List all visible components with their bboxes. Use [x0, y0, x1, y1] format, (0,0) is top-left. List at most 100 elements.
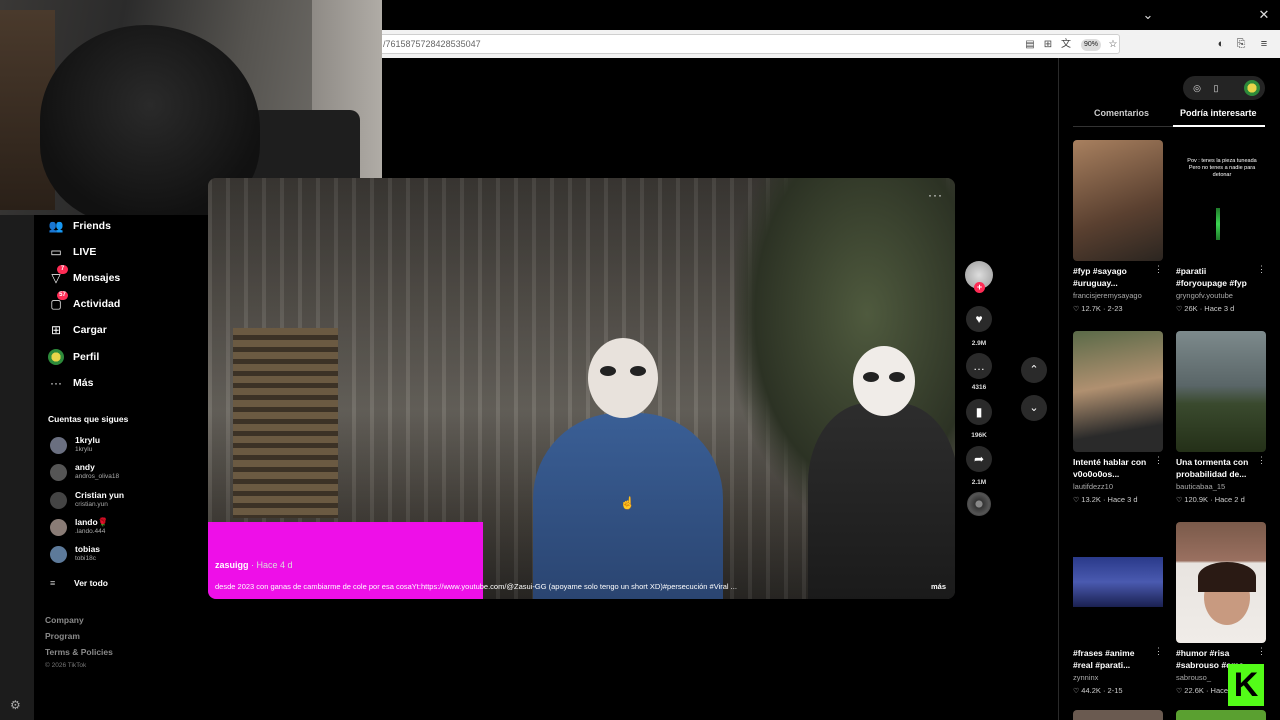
- card-title[interactable]: Una tormenta con probabilidad de...: [1176, 456, 1256, 480]
- heart-icon: ♡: [1176, 688, 1183, 695]
- card-title[interactable]: Intenté hablar con v0o0o0os...: [1073, 456, 1153, 480]
- comment-button[interactable]: …: [966, 353, 992, 379]
- video-thumbnail[interactable]: [1073, 331, 1163, 452]
- sidebar: 👥 Friends ▭ LIVE ▽ 7 Mensajes ▢ 57 Activid…: [34, 215, 196, 720]
- nav-messages-label: Mensajes: [73, 272, 121, 284]
- card-more-icon[interactable]: ⋮: [1257, 646, 1266, 657]
- card-stats-text: 120.9K · Hace 2 d: [1184, 495, 1245, 504]
- chevron-down-icon[interactable]: ⌄: [1139, 6, 1157, 24]
- like-button[interactable]: ♥: [966, 306, 992, 332]
- avatar: [50, 546, 67, 563]
- close-window-icon[interactable]: ✕: [1255, 6, 1273, 24]
- see-all-button[interactable]: ≡ Ver todo: [50, 577, 108, 589]
- install-app-icon[interactable]: ⊞: [1041, 38, 1055, 52]
- tab-comments[interactable]: Comentarios: [1094, 108, 1149, 118]
- card-stats: ♡ 44.2K · 2-15: [1073, 686, 1123, 695]
- card-more-icon[interactable]: ⋮: [1154, 455, 1163, 466]
- following-handle: 1krylu: [75, 446, 93, 453]
- video-options-button[interactable]: ···: [928, 188, 943, 202]
- card-author[interactable]: francisjeremysayago: [1073, 291, 1142, 300]
- video-thumbnail[interactable]: [1176, 522, 1266, 643]
- tab-recommended[interactable]: Podría interesarte: [1180, 108, 1257, 118]
- nav-live[interactable]: ▭ LIVE: [48, 242, 96, 262]
- video-mask-right: [853, 346, 915, 416]
- music-disc-icon[interactable]: [967, 492, 991, 516]
- card-more-icon[interactable]: ⋮: [1154, 264, 1163, 275]
- video-author[interactable]: zasuigg · Hace 4 d: [215, 560, 293, 570]
- card-title[interactable]: #frases #anime #real #parati...: [1073, 647, 1153, 671]
- save-button[interactable]: ▮: [966, 399, 992, 425]
- nav-messages[interactable]: ▽ 7 Mensajes: [48, 265, 121, 288]
- downloads-icon[interactable]: ⎘: [1233, 36, 1249, 52]
- list-icon: ≡: [50, 578, 56, 588]
- copyright: © 2026 TikTok: [45, 662, 87, 669]
- video-thumbnail[interactable]: [1073, 522, 1163, 643]
- nav-profile[interactable]: Perfil: [48, 347, 99, 367]
- next-video-button[interactable]: ⌄: [1021, 395, 1047, 421]
- tab-active-indicator: [1173, 125, 1265, 127]
- view-controls: ◎ ▯: [1183, 76, 1265, 100]
- compass-icon[interactable]: ◎: [1190, 81, 1204, 95]
- settings-gear-icon[interactable]: ⚙: [10, 698, 21, 712]
- footer-link-program[interactable]: Program: [45, 631, 80, 641]
- more-dots-icon: ···: [50, 376, 62, 390]
- footer-link-company[interactable]: Company: [45, 615, 84, 625]
- url-field[interactable]: /7615875728428535047 ▤ ⊞ 文 90% ☆: [360, 34, 1120, 54]
- footer-link-terms[interactable]: Terms & Policies: [45, 647, 113, 657]
- nav-more[interactable]: ··· Más: [48, 373, 93, 393]
- video-thumbnail[interactable]: [1073, 140, 1163, 261]
- thumbnail-light: [1216, 208, 1220, 240]
- previous-video-button[interactable]: ⌃: [1021, 357, 1047, 383]
- translate-icon[interactable]: 文: [1059, 38, 1073, 52]
- card-more-icon[interactable]: ⋮: [1257, 264, 1266, 275]
- avatar: [50, 519, 67, 536]
- heart-icon: ♡: [1176, 306, 1183, 313]
- next-card-thumbnail[interactable]: [1176, 710, 1266, 720]
- card-title[interactable]: #fyp #sayago #uruguay...: [1073, 265, 1153, 289]
- following-title: Cuentas que sigues: [48, 414, 129, 424]
- card-title[interactable]: #paratii #foryoupage #fyp: [1176, 265, 1256, 289]
- bookmark-star-icon[interactable]: ☆: [1106, 38, 1120, 52]
- left-strip: [0, 215, 34, 720]
- avatar: [50, 492, 67, 509]
- card-stats: ♡ 120.9K · Hace 2 d: [1176, 495, 1245, 504]
- profile-avatar[interactable]: [1244, 80, 1260, 96]
- nav-activity[interactable]: ▢ 57 Actividad: [48, 291, 120, 314]
- video-description: desde 2023 con ganas de cambiarme de col…: [215, 582, 737, 591]
- video-more-button[interactable]: más: [931, 582, 946, 591]
- follow-plus-icon[interactable]: +: [974, 282, 985, 293]
- extension-icon[interactable]: ◐: [1213, 36, 1229, 52]
- zoom-level[interactable]: 90%: [1081, 39, 1102, 51]
- mobile-icon[interactable]: ▯: [1209, 81, 1223, 95]
- card-more-icon[interactable]: ⋮: [1154, 646, 1163, 657]
- nav-upload[interactable]: ⊞ Cargar: [48, 320, 107, 340]
- card-author[interactable]: gryngofv.youtube: [1176, 291, 1233, 300]
- profile-avatar-icon: [48, 349, 64, 365]
- card-stats-text: 44.2K · 2-15: [1081, 686, 1123, 695]
- video-player[interactable]: ··· zasuigg · Hace 4 d desde 2023 con ga…: [208, 178, 955, 599]
- card-author[interactable]: lautifdezz10: [1073, 482, 1113, 491]
- heart-icon: ♡: [1073, 306, 1080, 313]
- share-button[interactable]: ➦: [966, 446, 992, 472]
- video-thumbnail[interactable]: [1176, 331, 1266, 452]
- video-author-name[interactable]: zasuigg: [215, 560, 249, 570]
- reader-view-icon[interactable]: ▤: [1023, 38, 1037, 52]
- messages-badge: 7: [57, 265, 68, 274]
- card-author[interactable]: sabrouso_: [1176, 673, 1211, 682]
- card-stats-text: 13.2K · Hace 3 d: [1081, 495, 1138, 504]
- card-author[interactable]: zynninx: [1073, 673, 1098, 682]
- nav-friends[interactable]: 👥 Friends: [48, 216, 111, 236]
- mouse-cursor-icon: ☝: [620, 496, 635, 510]
- card-author[interactable]: bauticabaa_15: [1176, 482, 1225, 491]
- see-all-label: Ver todo: [74, 578, 109, 588]
- card-more-icon[interactable]: ⋮: [1257, 455, 1266, 466]
- following-handle: tobi18c: [75, 555, 96, 562]
- next-card-thumbnail[interactable]: [1073, 710, 1163, 720]
- url-text: /7615875728428535047: [383, 39, 481, 49]
- following-name: tobias: [75, 544, 101, 554]
- card-stats: ♡ 13.2K · Hace 3 d: [1073, 495, 1138, 504]
- video-thumbnail[interactable]: Pov : tenes la pieza tuneada Pero no ten…: [1176, 140, 1266, 261]
- following-handle: cristian.yun: [75, 501, 108, 508]
- video-stairs: [233, 328, 338, 518]
- menu-icon[interactable]: ≡: [1256, 36, 1272, 52]
